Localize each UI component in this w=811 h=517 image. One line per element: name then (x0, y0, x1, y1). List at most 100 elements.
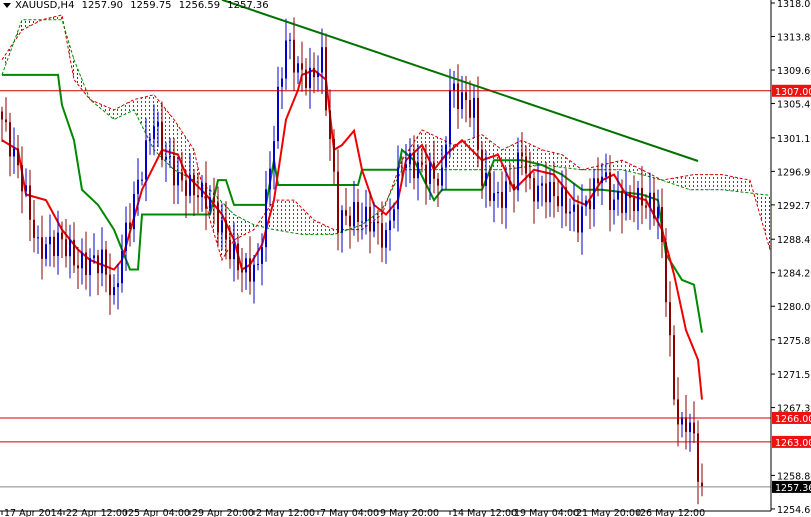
candle (357, 188, 359, 242)
candle-body (381, 223, 383, 248)
candle (513, 166, 515, 213)
candle-body (257, 263, 259, 265)
candle (29, 169, 31, 242)
candle (73, 222, 75, 273)
candle-body (101, 249, 103, 274)
candle-body (57, 232, 59, 256)
candle (289, 32, 291, 60)
candle-body (349, 215, 351, 227)
candle-body (513, 184, 515, 191)
candle-body (313, 67, 315, 78)
candle-body (629, 192, 631, 198)
candle-body (297, 63, 299, 73)
candle-body (145, 140, 147, 180)
candle (101, 227, 103, 287)
cloud-segment (306, 212, 310, 235)
candle-body (337, 171, 339, 233)
candle (129, 203, 131, 247)
candle-body (581, 206, 583, 233)
candle-body (633, 197, 635, 212)
candle-body (477, 97, 479, 150)
candle-body (73, 239, 75, 266)
candle-body (265, 189, 267, 248)
cloud-segment (238, 216, 242, 238)
x-tick-label: 2 May 12:00 (256, 508, 315, 517)
candle-body (445, 144, 447, 168)
candle (89, 248, 91, 297)
candle (649, 172, 651, 230)
candle-body (321, 47, 323, 73)
candle-body (65, 239, 67, 257)
candle (681, 412, 683, 438)
cloud-segment (542, 149, 546, 166)
candle-body (93, 255, 95, 259)
candle-body (53, 236, 55, 256)
cloud-segment (558, 153, 562, 168)
cloud-segment (510, 144, 514, 169)
x-tick-label: 22 Apr 12:00 (66, 508, 128, 517)
candle (21, 146, 23, 214)
candle (545, 161, 547, 219)
candle-body (105, 249, 107, 275)
candle (493, 171, 495, 223)
candle-body (141, 179, 143, 181)
cloud-segment (150, 94, 154, 150)
candle (569, 198, 571, 232)
high-value: 1259.75 (130, 0, 172, 11)
cloud-segment (734, 176, 738, 192)
dropdown-triangle-icon[interactable] (3, 2, 11, 8)
candle (321, 28, 323, 94)
candle (253, 254, 255, 304)
candle (437, 172, 439, 207)
candle-body (593, 178, 595, 210)
cloud-segment (562, 154, 566, 168)
candle (121, 234, 123, 293)
candle (277, 66, 279, 149)
candle-body (369, 206, 371, 232)
candle (521, 132, 523, 176)
candle-body (69, 239, 71, 257)
cloud-segment (710, 174, 714, 190)
candle-body (433, 162, 435, 179)
candle-body (569, 211, 571, 214)
candle (617, 170, 619, 216)
y-tick-label: 1296.90 (777, 167, 811, 178)
candle (305, 58, 307, 96)
candle-body (505, 181, 507, 208)
candle (589, 178, 591, 230)
cloud-segment (290, 200, 294, 234)
x-tick-label: 21 May 20:00 (576, 508, 641, 517)
y-tick-label: 1258.80 (777, 471, 811, 482)
cloud-segment (178, 125, 182, 174)
candle-body (617, 190, 619, 200)
tenkan-sen-line (1, 68, 703, 400)
cloud-segment (538, 147, 542, 166)
candle-body (657, 207, 659, 219)
candle-body (5, 119, 7, 123)
candle-body (97, 255, 99, 274)
candle-body (585, 200, 587, 207)
level-label: 1266.00 (775, 414, 811, 425)
candle-body (553, 182, 555, 197)
candle-body (121, 251, 123, 284)
candle-body (549, 182, 551, 203)
candle-body (293, 39, 295, 73)
candle-body (353, 202, 355, 227)
low-value: 1256.59 (178, 0, 221, 11)
candle (549, 170, 551, 217)
candle-body (701, 482, 703, 487)
candle-body (185, 180, 187, 196)
candle-body (197, 195, 199, 198)
candle (365, 189, 367, 235)
x-tick-label: 17 Apr 2014 (4, 508, 63, 517)
candle (65, 219, 67, 268)
price-chart[interactable]: 1318.00 1313.80 1309.60 1305.40 1301.10 1296.… (0, 0, 811, 517)
x-tick-label: 26 May 12:00 (640, 508, 705, 517)
candle (593, 168, 595, 227)
candle (657, 189, 659, 240)
candle-body (645, 205, 647, 208)
candle-body (541, 183, 543, 186)
candle-body (673, 335, 675, 400)
candle (33, 199, 35, 253)
candle (361, 202, 363, 240)
